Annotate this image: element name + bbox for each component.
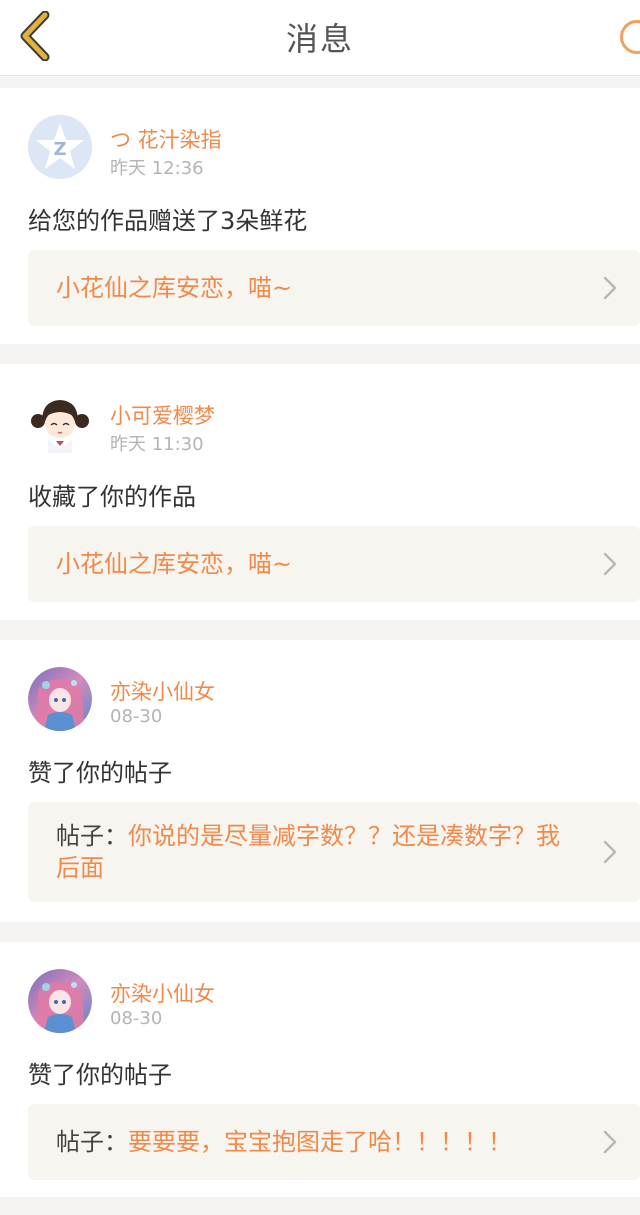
action-text: 给您的作品赠送了3朵鲜花 — [28, 207, 308, 235]
svg-text:Z: Z — [53, 139, 66, 160]
ref-text: 帖子：你说的是尽量减字数？？还是凑数字？我后面 — [56, 820, 576, 884]
message-card: 小可爱樱梦 昨天 11:30 收藏了你的作品 小花仙之库安恋，喵~ — [0, 364, 640, 620]
ref-text: 帖子：要要要，宝宝抱图走了哈！！！！！ — [56, 1126, 576, 1158]
action-text: 赞了你的帖子 — [28, 759, 172, 787]
action-text: 赞了你的帖子 — [28, 1061, 172, 1089]
chevron-right-icon — [603, 552, 617, 576]
username[interactable]: 亦染小仙女 — [110, 978, 215, 1008]
avatar[interactable] — [28, 667, 92, 731]
ref-text: 小花仙之库安恋，喵~ — [56, 548, 576, 580]
chevron-right-icon — [603, 276, 617, 300]
qq-default-avatar-icon: Z — [28, 115, 92, 179]
ref-prefix: 帖子： — [56, 822, 128, 850]
chevron-right-icon — [603, 840, 617, 864]
message-card: 亦染小仙女 08-30 赞了你的帖子 帖子：你说的是尽量减字数？？还是凑数字？我… — [0, 640, 640, 922]
action-text: 收藏了你的作品 — [28, 483, 196, 511]
username[interactable]: 亦染小仙女 — [110, 676, 215, 706]
avatar[interactable] — [28, 969, 92, 1033]
top-bar: 消息 — [0, 0, 640, 76]
ref-text: 小花仙之库安恋，喵~ — [56, 272, 576, 304]
chevron-right-icon — [603, 1130, 617, 1154]
ref-title: 小花仙之库安恋，喵~ — [56, 550, 293, 578]
work-link[interactable]: 小花仙之库安恋，喵~ — [28, 526, 640, 602]
username[interactable]: 小可爱樱梦 — [110, 400, 215, 430]
anime-girl-avatar — [28, 969, 92, 1033]
page-title: 消息 — [285, 20, 354, 58]
username[interactable]: つ 花汁染指 — [110, 124, 222, 154]
post-link[interactable]: 帖子：你说的是尽量减字数？？还是凑数字？我后面 — [28, 802, 640, 902]
cartoon-girl-avatar — [28, 391, 92, 455]
ref-title: 你说的是尽量减字数？？还是凑数字？我后面 — [56, 822, 560, 882]
timestamp: 昨天 11:30 — [110, 434, 204, 455]
timestamp: 08-30 — [110, 706, 163, 727]
ref-prefix: 帖子： — [56, 1128, 128, 1156]
post-link[interactable]: 帖子：要要要，宝宝抱图走了哈！！！！！ — [28, 1104, 640, 1180]
message-card: 亦染小仙女 08-30 赞了你的帖子 帖子：要要要，宝宝抱图走了哈！！！！！ — [0, 942, 640, 1197]
timestamp: 昨天 12:36 — [110, 158, 204, 179]
avatar[interactable] — [28, 391, 92, 455]
ref-title: 要要要，宝宝抱图走了哈！！！！！ — [128, 1128, 512, 1156]
timestamp: 08-30 — [110, 1008, 163, 1029]
message-card: Z つ 花汁染指 昨天 12:36 给您的作品赠送了3朵鲜花 小花仙之库安恋，喵… — [0, 88, 640, 344]
avatar[interactable]: Z — [28, 115, 92, 179]
work-link[interactable]: 小花仙之库安恋，喵~ — [28, 250, 640, 326]
ref-title: 小花仙之库安恋，喵~ — [56, 274, 293, 302]
anime-girl-avatar — [28, 667, 92, 731]
